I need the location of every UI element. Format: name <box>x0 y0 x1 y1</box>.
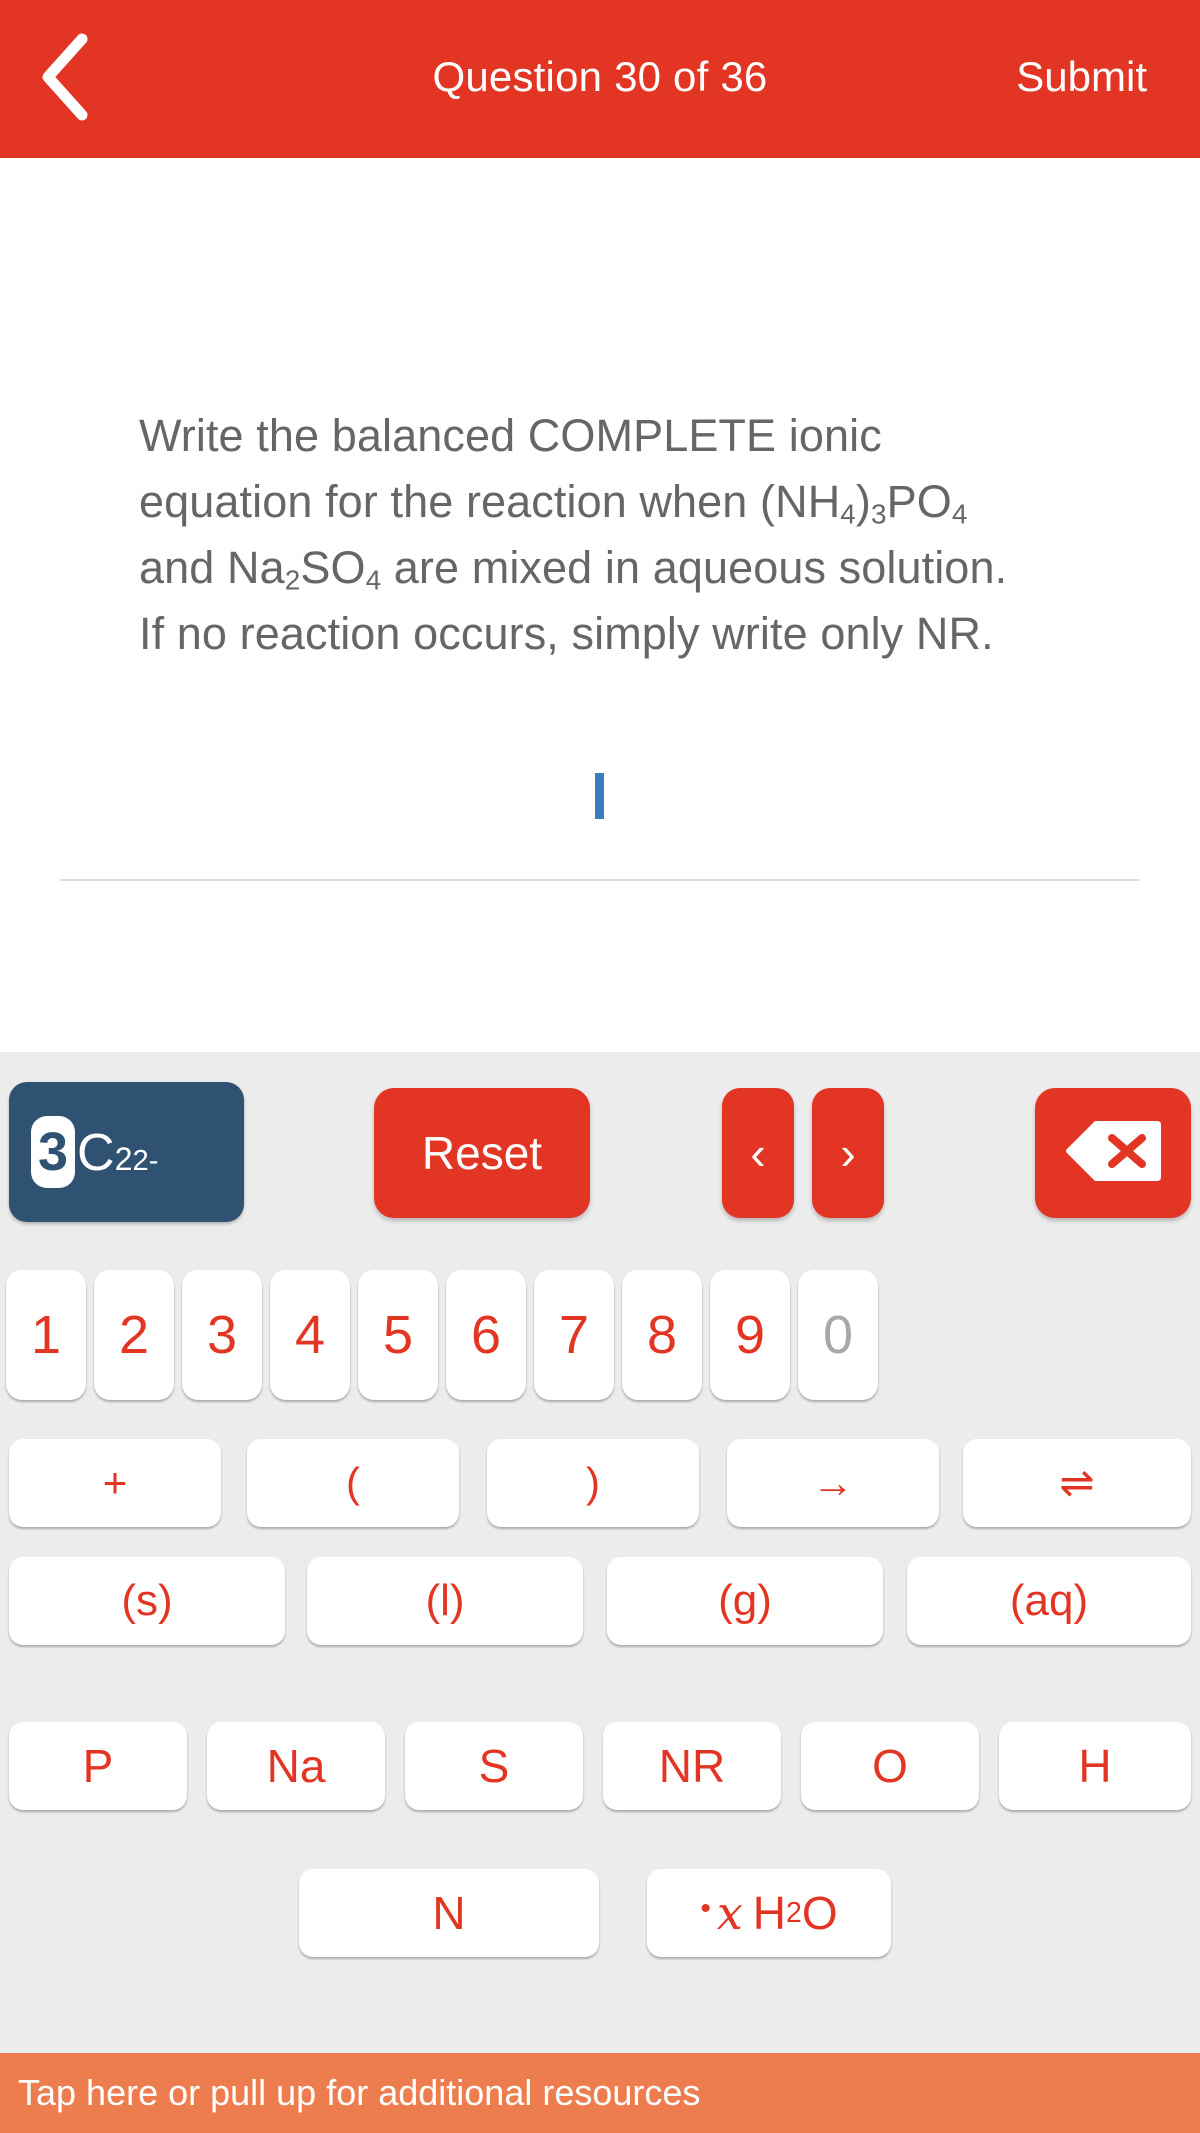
key-element-na[interactable]: Na <box>207 1722 385 1810</box>
key-hydrate-water[interactable]: • x H 2 O <box>647 1869 891 1957</box>
key-digit-7[interactable]: 7 <box>534 1270 614 1400</box>
format-mode-preview: 3 C 2 2- <box>31 1116 158 1188</box>
text-caret <box>595 773 604 819</box>
app-header: Question 30 of 36 Submit <box>0 0 1200 158</box>
key-element-h[interactable]: H <box>999 1722 1191 1810</box>
chevron-right-icon: › <box>840 1127 856 1179</box>
key-digit-1[interactable]: 1 <box>6 1270 86 1400</box>
key-digit-2[interactable]: 2 <box>94 1270 174 1400</box>
chemistry-keyboard: 3 C 2 2- Reset ‹ › 1 2 3 4 5 6 7 8 9 0 +… <box>0 1052 1200 2053</box>
format-superscript: 2- <box>132 1145 159 1177</box>
keyboard-operator-row: + ( ) → ⇌ <box>0 1439 1200 1527</box>
format-subscript: 2 <box>114 1141 133 1177</box>
question-line: Write the balanced COMPLETE ionic equati… <box>139 410 1008 659</box>
backspace-button[interactable] <box>1035 1088 1191 1218</box>
key-no-reaction[interactable]: NR <box>603 1722 781 1810</box>
key-digit-6[interactable]: 6 <box>446 1270 526 1400</box>
hydrate-formula: H <box>752 1887 787 1939</box>
submit-button[interactable]: Submit <box>1016 53 1147 101</box>
format-element: C <box>77 1124 115 1182</box>
key-state-aqueous[interactable]: (aq) <box>907 1557 1191 1645</box>
key-digit-3[interactable]: 3 <box>182 1270 262 1400</box>
keyboard-extra-row: N • x H 2 O <box>0 1869 1200 1957</box>
key-element-p[interactable]: P <box>9 1722 187 1810</box>
key-plus[interactable]: + <box>9 1439 221 1527</box>
key-close-paren[interactable]: ) <box>487 1439 699 1527</box>
hydrate-variable: x <box>716 1886 743 1940</box>
question-screen: Question 30 of 36 Submit Write the balan… <box>0 0 1200 2133</box>
answer-divider <box>60 879 1139 881</box>
key-digit-5[interactable]: 5 <box>358 1270 438 1400</box>
question-text: Write the balanced COMPLETE ionic equati… <box>139 403 1039 667</box>
key-digit-0[interactable]: 0 <box>798 1270 878 1400</box>
nav-prev-button[interactable]: ‹ <box>722 1088 794 1218</box>
keyboard-utility-row: 3 C 2 2- Reset ‹ › <box>0 1082 1200 1222</box>
hydrate-dot: • <box>700 1892 711 1925</box>
key-digit-8[interactable]: 8 <box>622 1270 702 1400</box>
format-mode-key[interactable]: 3 C 2 2- <box>9 1082 244 1222</box>
keyboard-digit-row: 1 2 3 4 5 6 7 8 9 0 <box>0 1270 1200 1400</box>
additional-resources-label: Tap here or pull up for additional resou… <box>18 2072 701 2113</box>
key-yields-arrow[interactable]: → <box>727 1439 939 1527</box>
answer-input[interactable] <box>60 758 1140 880</box>
keyboard-state-row: (s) (l) (g) (aq) <box>0 1557 1200 1645</box>
key-state-solid[interactable]: (s) <box>9 1557 285 1645</box>
backspace-delete-icon <box>1065 1118 1161 1189</box>
key-open-paren[interactable]: ( <box>247 1439 459 1527</box>
key-digit-4[interactable]: 4 <box>270 1270 350 1400</box>
additional-resources-bar[interactable]: Tap here or pull up for additional resou… <box>0 2053 1200 2133</box>
chevron-left-icon: ‹ <box>750 1127 766 1179</box>
format-coefficient: 3 <box>31 1116 75 1188</box>
key-state-gas[interactable]: (g) <box>607 1557 883 1645</box>
hydrate-suffix: O <box>801 1887 838 1939</box>
key-element-o[interactable]: O <box>801 1722 979 1810</box>
reset-button[interactable]: Reset <box>374 1088 590 1218</box>
nav-next-button[interactable]: › <box>812 1088 884 1218</box>
key-equilibrium-arrow[interactable]: ⇌ <box>963 1439 1191 1527</box>
key-element-n[interactable]: N <box>299 1869 599 1957</box>
key-digit-9[interactable]: 9 <box>710 1270 790 1400</box>
keyboard-element-row: P Na S NR O H <box>0 1722 1200 1810</box>
key-state-liquid[interactable]: (l) <box>307 1557 583 1645</box>
key-element-s[interactable]: S <box>405 1722 583 1810</box>
